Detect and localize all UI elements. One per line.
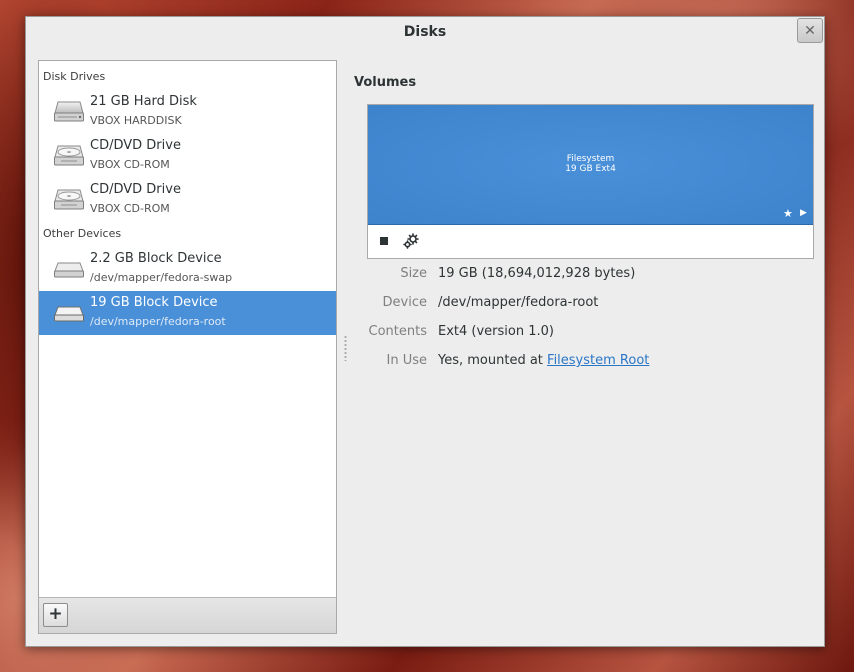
device-model: VBOX CD-ROM bbox=[90, 202, 170, 215]
device-path: /dev/mapper/fedora-swap bbox=[90, 271, 233, 284]
filesystem-root-link[interactable]: Filesystem Root bbox=[547, 353, 649, 368]
device-name: 19 GB Block Device bbox=[90, 295, 218, 310]
device-item-cd-dvd-drive-1[interactable]: CD/DVD Drive VBOX CD-ROM bbox=[39, 134, 336, 178]
in-use-text: Yes, mounted at bbox=[438, 353, 548, 368]
volume-segment-size: 19 GB Ext4 bbox=[565, 164, 616, 174]
size-label: Size bbox=[400, 266, 427, 281]
optical-drive-icon bbox=[54, 145, 84, 166]
block-device-icon bbox=[54, 306, 84, 322]
device-item-cd-dvd-drive-2[interactable]: CD/DVD Drive VBOX CD-ROM bbox=[39, 178, 336, 222]
in-use-label: In Use bbox=[386, 353, 428, 368]
title-bar: Disks ✕ bbox=[26, 17, 824, 47]
contents-value: Ext4 (version 1.0) bbox=[438, 324, 554, 339]
close-button[interactable]: ✕ bbox=[797, 18, 823, 43]
unmount-stop-icon[interactable] bbox=[380, 237, 388, 245]
sidebar-toolbar: + bbox=[39, 597, 336, 633]
section-header-other-devices: Other Devices bbox=[43, 227, 122, 240]
volume-segment-type: Filesystem bbox=[566, 154, 615, 164]
size-value: 19 GB (18,694,012,928 bytes) bbox=[438, 266, 636, 281]
block-device-icon bbox=[54, 262, 84, 278]
play-icon: ▶ bbox=[800, 208, 807, 218]
pane-resize-handle[interactable] bbox=[344, 335, 347, 361]
device-model: VBOX HARDDISK bbox=[90, 114, 182, 127]
device-item-root-block-device[interactable]: 19 GB Block Device /dev/mapper/fedora-ro… bbox=[39, 291, 336, 335]
volumes-heading: Volumes bbox=[354, 75, 417, 90]
device-value: /dev/mapper/fedora-root bbox=[438, 295, 599, 310]
in-use-value: Yes, mounted at Filesystem Root bbox=[438, 353, 649, 368]
device-name: 2.2 GB Block Device bbox=[90, 251, 222, 266]
device-name: 21 GB Hard Disk bbox=[90, 94, 197, 109]
gears-icon[interactable] bbox=[402, 232, 420, 250]
window-title: Disks bbox=[403, 24, 447, 40]
device-list: Disk Drives 21 GB Hard Disk VBOX HARDDIS… bbox=[38, 60, 337, 634]
section-header-disk-drives: Disk Drives bbox=[43, 70, 106, 83]
contents-label: Contents bbox=[368, 324, 427, 339]
device-path: /dev/mapper/fedora-root bbox=[90, 315, 226, 328]
disks-window: Disks ✕ Disk Drives 21 GB Hard Disk VBOX… bbox=[25, 16, 825, 647]
volume-segment-label: Filesystem 19 GB Ext4 bbox=[368, 154, 813, 174]
volume-segment-filesystem[interactable]: Filesystem 19 GB Ext4 ★ ▶ bbox=[368, 105, 813, 225]
device-name: CD/DVD Drive bbox=[90, 182, 181, 197]
device-model: VBOX CD-ROM bbox=[90, 158, 170, 171]
volume-map: Filesystem 19 GB Ext4 ★ ▶ bbox=[367, 104, 814, 259]
optical-drive-icon bbox=[54, 189, 84, 210]
star-icon: ★ bbox=[783, 207, 793, 220]
add-button[interactable]: + bbox=[43, 603, 68, 627]
hard-disk-icon bbox=[54, 101, 84, 122]
device-item-hard-disk[interactable]: 21 GB Hard Disk VBOX HARDDISK bbox=[39, 90, 336, 134]
device-name: CD/DVD Drive bbox=[90, 138, 181, 153]
device-label: Device bbox=[382, 295, 427, 310]
device-item-swap-block-device[interactable]: 2.2 GB Block Device /dev/mapper/fedora-s… bbox=[39, 247, 336, 291]
